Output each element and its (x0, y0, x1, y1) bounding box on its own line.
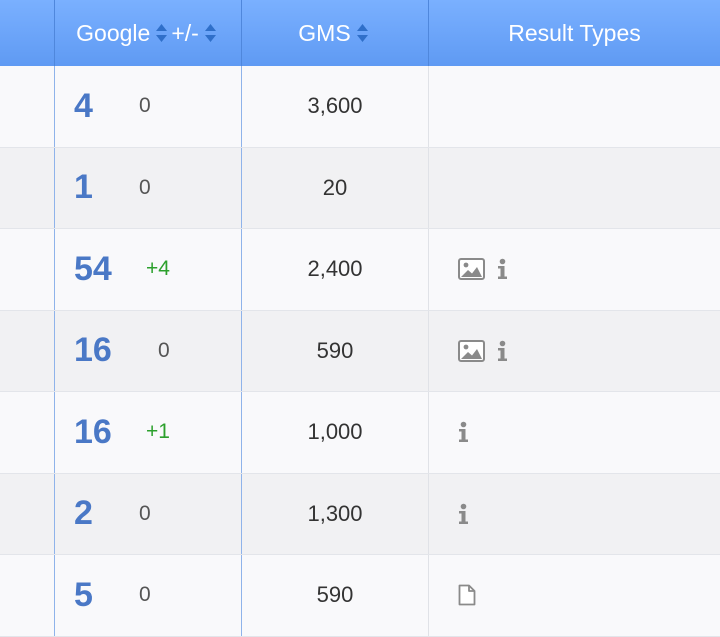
table-row[interactable]: 16 0 590 (0, 310, 720, 392)
result-types-cell (458, 392, 481, 473)
column-divider (428, 310, 429, 391)
sort-icon[interactable] (155, 23, 168, 43)
result-types-column-header: Result Types (508, 19, 641, 46)
rankings-table: Google +/- GMS Result Types 4 0 3,600 1 0 20 5… (0, 0, 720, 637)
table-row[interactable]: 16 +1 1,000 (0, 392, 720, 474)
change-column-header[interactable]: +/- (171, 20, 198, 47)
sort-icon[interactable] (204, 23, 217, 43)
column-divider (428, 147, 429, 228)
table-header: Google +/- GMS Result Types (0, 0, 720, 66)
rank-change: +1 (146, 420, 170, 444)
result-types-header: Result Types (429, 0, 720, 66)
rank-change: 0 (158, 338, 170, 362)
info-icon (458, 503, 469, 525)
info-icon (458, 421, 469, 443)
google-header: Google +/- (55, 0, 241, 66)
gms-value: 20 (322, 174, 348, 200)
rank-change: 0 (139, 94, 151, 118)
google-rank: 2 (74, 494, 93, 533)
document-icon (458, 584, 476, 606)
image-icon (458, 339, 485, 362)
column-divider (428, 392, 429, 473)
table-row[interactable]: 5 0 590 (0, 555, 720, 637)
gms-value: 2,400 (307, 256, 363, 282)
column-divider (54, 473, 55, 554)
header-divider (241, 0, 242, 66)
gms-column-header[interactable]: GMS (298, 20, 350, 47)
google-rank: 4 (74, 86, 93, 125)
table-row[interactable]: 2 0 1,300 (0, 473, 720, 555)
gms-value: 590 (316, 582, 354, 608)
table-row[interactable]: 54 +4 2,400 (0, 229, 720, 311)
info-icon (497, 340, 508, 362)
rank-change: 0 (139, 583, 151, 607)
gms-value: 590 (316, 337, 354, 363)
column-divider (428, 473, 429, 554)
result-types-cell (458, 311, 520, 392)
column-divider (428, 66, 429, 147)
image-icon (458, 258, 485, 281)
info-icon (497, 258, 508, 280)
table-row[interactable]: 1 0 20 (0, 147, 720, 229)
column-divider (428, 229, 429, 310)
google-rank: 54 (74, 249, 112, 288)
column-divider (428, 555, 429, 636)
column-divider (54, 66, 55, 147)
table-body: 4 0 3,600 1 0 20 54 +4 2,400 16 0 590 16 +1 1,000 2 0 1,3… (0, 66, 720, 637)
gms-value: 1,000 (307, 419, 363, 445)
google-rank: 1 (74, 168, 93, 207)
rank-change: 0 (139, 501, 151, 525)
result-types-cell (458, 229, 520, 310)
column-divider (54, 229, 55, 310)
column-divider (54, 147, 55, 228)
result-types-cell (458, 555, 488, 636)
google-rank: 16 (74, 331, 112, 370)
gms-value: 3,600 (307, 93, 363, 119)
column-divider (54, 555, 55, 636)
column-divider (54, 392, 55, 473)
google-column-header[interactable]: Google (76, 20, 150, 47)
header-divider (428, 0, 429, 66)
sort-icon[interactable] (356, 23, 369, 43)
google-rank: 16 (74, 412, 112, 451)
result-types-cell (458, 474, 481, 555)
table-row[interactable]: 4 0 3,600 (0, 66, 720, 148)
gms-value: 1,300 (307, 500, 363, 526)
gms-header: GMS (242, 0, 428, 66)
rank-change: 0 (139, 175, 151, 199)
header-divider (54, 0, 55, 66)
rank-change: +4 (146, 257, 170, 281)
google-rank: 5 (74, 575, 93, 614)
column-divider (54, 310, 55, 391)
